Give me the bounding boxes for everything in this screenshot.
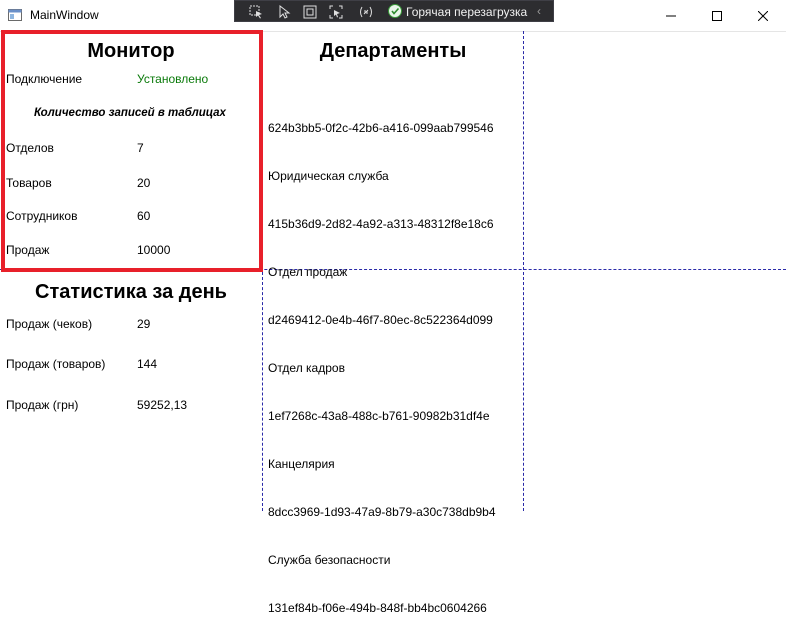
- products-count-value: 20: [137, 176, 151, 190]
- sales-count-value: 10000: [137, 243, 171, 257]
- department-name: Отдел продаж: [268, 265, 348, 279]
- layout-adorners-button[interactable]: [301, 3, 319, 20]
- track-focus-button[interactable]: [327, 3, 345, 20]
- minimize-icon: [666, 15, 676, 16]
- connection-label: Подключение: [6, 72, 83, 86]
- revenue-value: 59252,13: [137, 398, 188, 412]
- pointer-button[interactable]: [275, 3, 293, 20]
- maximize-icon: [712, 10, 722, 21]
- select-element-button[interactable]: [247, 3, 265, 20]
- window-title: MainWindow: [30, 8, 99, 22]
- binding-failures-button[interactable]: [357, 3, 375, 20]
- minimize-button[interactable]: [648, 0, 694, 31]
- department-id: 8dcc3969-1d93-47a9-8b79-a30c738db9b4: [268, 505, 496, 519]
- daily-stats-title: Статистика за день: [35, 281, 227, 303]
- display-layout-adorners-icon: [303, 5, 317, 18]
- department-id: d2469412-0e4b-46f7-80ec-8c522364d099: [268, 313, 493, 327]
- items-sold-label: Продаж (товаров): [6, 357, 106, 371]
- employees-count-label: Сотрудников: [6, 209, 78, 223]
- collapse-chevron-icon[interactable]: ‹: [537, 4, 541, 18]
- departments-count-value: 7: [137, 141, 144, 155]
- receipts-value: 29: [137, 317, 151, 331]
- tables-count-heading: Количество записей в таблицах: [34, 107, 226, 119]
- department-id: 415b36d9-2d82-4a92-a313-48312f8e18c6: [268, 217, 494, 231]
- items-sold-value: 144: [137, 357, 158, 371]
- departments-list: 624b3bb5-0f2c-42b6-a416-099aab799546 Юри…: [268, 88, 496, 632]
- hot-reload-label[interactable]: Горячая перезагрузка: [406, 5, 527, 19]
- select-element-icon: [249, 5, 262, 18]
- maximize-button[interactable]: [694, 0, 740, 31]
- runtime-tools-toolbar: Горячая перезагрузка ‹: [234, 0, 554, 22]
- employees-count-value: 60: [137, 209, 151, 223]
- hot-reload-status-icon: [388, 4, 402, 18]
- department-name: Отдел кадров: [268, 361, 345, 375]
- close-icon: [758, 10, 768, 21]
- grid-column-divider-2: [523, 31, 524, 511]
- track-focus-icon: [329, 5, 343, 18]
- department-id: 131ef84b-f06e-494b-848f-bb4bc0604266: [268, 601, 487, 615]
- sales-count-label: Продаж: [6, 243, 50, 257]
- app-icon: [8, 9, 22, 21]
- close-button[interactable]: [740, 0, 786, 31]
- department-name: Канцелярия: [268, 457, 335, 471]
- revenue-label: Продаж (грн): [6, 398, 79, 412]
- pointer-icon: [279, 4, 291, 19]
- department-id: 624b3bb5-0f2c-42b6-a416-099aab799546: [268, 121, 494, 135]
- department-name: Юридическая служба: [268, 169, 389, 183]
- products-count-label: Товаров: [6, 176, 52, 190]
- department-id: 1ef7268c-43a8-488c-b761-90982b31df4e: [268, 409, 490, 423]
- receipts-label: Продаж (чеков): [6, 317, 93, 331]
- department-name: Служба безопасности: [268, 553, 391, 567]
- departments-count-label: Отделов: [6, 141, 54, 155]
- binding-failures-icon: [360, 6, 372, 17]
- monitor-title: Монитор: [87, 40, 175, 62]
- departments-title: Департаменты: [319, 40, 467, 62]
- connection-status: Установлено: [137, 72, 209, 86]
